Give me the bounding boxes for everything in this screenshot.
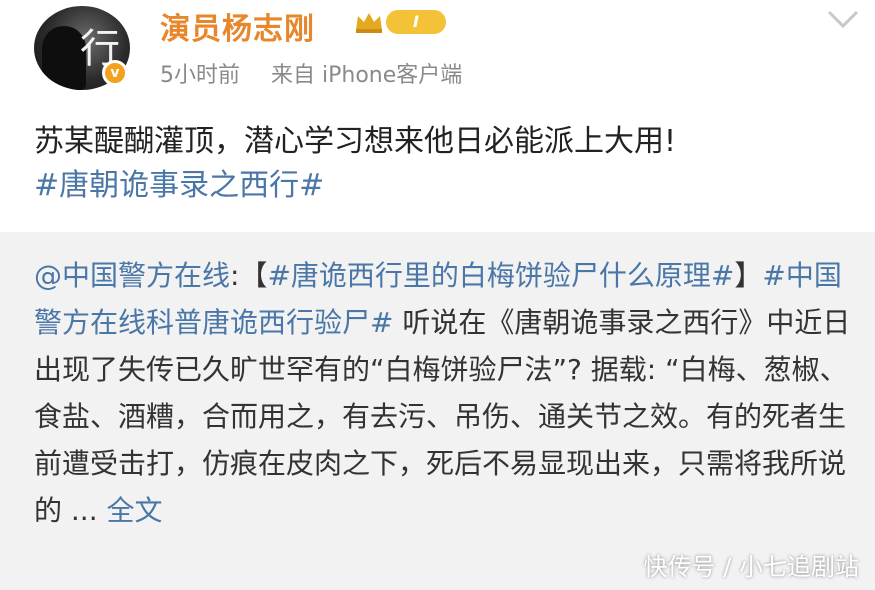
crown-icon (356, 13, 382, 33)
verified-badge-icon: v (102, 60, 128, 86)
repost-author-link[interactable]: @中国警方在线 (34, 259, 230, 292)
post-hashtag[interactable]: #唐朝诡事录之西行# (34, 164, 854, 208)
post-content: 苏某醍醐灌顶，潜心学习想来他日必能派上大用! #唐朝诡事录之西行# (34, 120, 854, 208)
post-header: 行 v 演员杨志刚 I 5小时前 来自 iPhone客户端 (0, 0, 875, 105)
repost-bracket-close: 】 (734, 259, 763, 292)
author-name[interactable]: 演员杨志刚 (160, 4, 315, 48)
level-badge: I (386, 10, 446, 34)
repost-card[interactable]: @中国警方在线:【#唐诡西行里的白梅饼验尸什么原理#】#中国警方在线科普唐诡西行… (0, 232, 875, 590)
full-text-link[interactable]: 全文 (107, 494, 163, 527)
chevron-down-icon[interactable] (825, 6, 861, 34)
post-source: 来自 iPhone客户端 (271, 63, 463, 88)
repost-content: @中国警方在线:【#唐诡西行里的白梅饼验尸什么原理#】#中国警方在线科普唐诡西行… (34, 252, 854, 534)
watermark: 快传号 / 小七追剧站 (643, 553, 859, 581)
post-meta: 5小时前 来自 iPhone客户端 (160, 57, 486, 89)
post-time: 5小时前 (160, 63, 240, 88)
repost-bracket-tag[interactable]: #唐诡西行里的白梅饼验尸什么原理# (267, 259, 734, 292)
repost-bracket-open: 【 (239, 259, 268, 292)
post-text: 苏某醍醐灌顶，潜心学习想来他日必能派上大用! (34, 124, 677, 159)
